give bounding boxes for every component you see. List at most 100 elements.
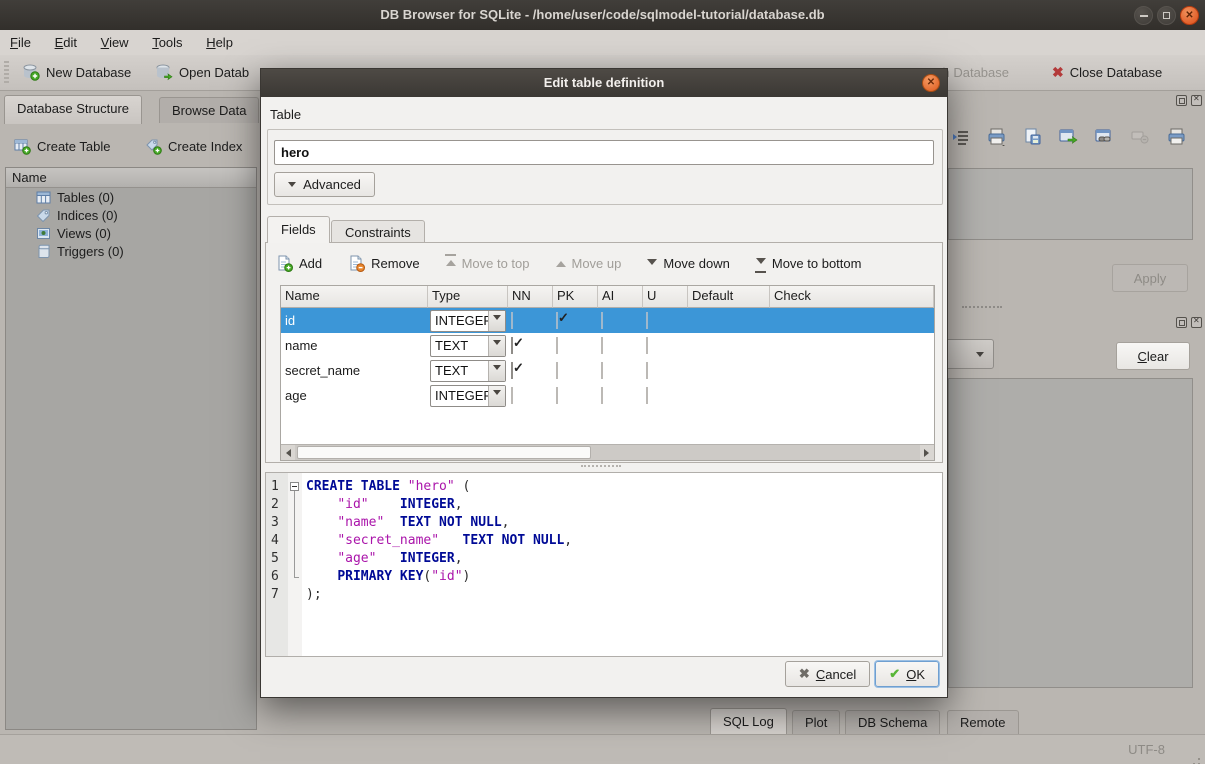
add-field-button[interactable]: Add <box>276 255 322 272</box>
field-name[interactable]: age <box>281 388 428 403</box>
table-row[interactable]: id INTEGER <box>281 308 934 333</box>
tree-item-indices[interactable]: Indices (0) <box>6 206 256 224</box>
tab-remote[interactable]: Remote <box>947 710 1019 736</box>
new-database-button[interactable]: New Database <box>22 55 131 89</box>
scroll-right-arrow[interactable] <box>920 445 934 460</box>
menu-view[interactable]: View <box>91 30 139 55</box>
splitter-handle-right[interactable] <box>962 306 1002 308</box>
col-header-u[interactable]: U <box>643 286 688 308</box>
create-index-button[interactable]: Create Index <box>145 134 242 158</box>
tab-database-structure[interactable]: Database Structure <box>4 95 142 124</box>
tree-item-triggers[interactable]: Triggers (0) <box>6 242 256 260</box>
tab-browse-data[interactable]: Browse Data <box>159 97 259 123</box>
tree-item-views[interactable]: Views (0) <box>6 224 256 242</box>
link-window-icon[interactable] <box>1095 128 1114 146</box>
clear-button[interactable]: Clear <box>1116 342 1190 370</box>
pk-checkbox[interactable] <box>556 312 558 329</box>
field-name[interactable]: secret_name <box>281 363 428 378</box>
field-name[interactable]: name <box>281 338 428 353</box>
table-name-input[interactable] <box>274 140 934 165</box>
dock-float-icon[interactable] <box>1176 317 1187 328</box>
dock-float-icon[interactable] <box>1176 95 1187 106</box>
horizontal-scrollbar[interactable] <box>281 444 934 460</box>
table-row[interactable]: secret_name TEXT <box>281 358 934 383</box>
menu-help[interactable]: Help <box>196 30 243 55</box>
log-filter-combobox[interactable] <box>944 339 994 369</box>
dock-close-icon[interactable] <box>1191 317 1202 328</box>
ai-checkbox[interactable] <box>601 312 603 329</box>
ai-checkbox[interactable] <box>601 387 603 404</box>
nn-checkbox[interactable] <box>511 312 513 329</box>
pk-checkbox[interactable] <box>556 387 558 404</box>
cancel-button[interactable]: ✖ Cancel <box>785 661 870 687</box>
tree-item-tables[interactable]: Tables (0) <box>6 188 256 206</box>
sql-log-area[interactable] <box>948 378 1193 688</box>
combo-arrow-icon[interactable] <box>488 336 505 356</box>
type-combobox[interactable]: INTEGER <box>430 310 506 332</box>
maximize-button[interactable] <box>1157 6 1176 25</box>
scrollbar-thumb[interactable] <box>297 446 591 459</box>
col-header-nn[interactable]: NN <box>508 286 553 308</box>
sql-fold-margin[interactable] <box>288 473 302 656</box>
field-name[interactable]: id <box>281 313 428 328</box>
sql-editor-area[interactable] <box>948 168 1193 240</box>
u-checkbox[interactable] <box>646 387 648 404</box>
save-results-icon[interactable] <box>1024 128 1042 146</box>
scrollbar-track[interactable] <box>295 445 920 460</box>
combo-arrow-icon[interactable] <box>488 311 505 331</box>
ai-checkbox[interactable] <box>601 337 603 354</box>
sql-code-lines[interactable]: CREATE TABLE "hero" ( "id" INTEGER, "nam… <box>302 473 942 656</box>
dialog-titlebar[interactable]: Edit table definition ✕ <box>261 69 947 97</box>
open-database-button[interactable]: Open Datab <box>155 55 249 89</box>
move-to-bottom-button[interactable]: Move to bottom <box>756 255 862 272</box>
close-database-button[interactable]: ✖ Close Database <box>1052 55 1162 89</box>
type-combobox[interactable]: TEXT <box>430 360 506 382</box>
close-button[interactable]: ✕ <box>1180 6 1199 25</box>
pk-checkbox[interactable] <box>556 337 558 354</box>
format-sql-icon[interactable] <box>952 128 970 146</box>
tab-fields[interactable]: Fields <box>267 216 330 243</box>
col-header-type[interactable]: Type <box>428 286 508 308</box>
tab-constraints[interactable]: Constraints <box>331 220 425 243</box>
dialog-close-button[interactable]: ✕ <box>922 74 940 92</box>
dialog-splitter-handle[interactable] <box>581 465 621 467</box>
dock-close-icon[interactable] <box>1191 95 1202 106</box>
combo-arrow-icon[interactable] <box>488 386 505 406</box>
minimize-button[interactable] <box>1134 6 1153 25</box>
create-table-button[interactable]: Create Table <box>14 134 110 158</box>
u-checkbox[interactable] <box>646 362 648 379</box>
window-titlebar[interactable]: DB Browser for SQLite - /home/user/code/… <box>0 0 1205 31</box>
combo-arrow-icon[interactable] <box>488 361 505 381</box>
print-icon[interactable] <box>987 128 1007 146</box>
tab-plot[interactable]: Plot <box>792 710 840 736</box>
export-icon[interactable] <box>1059 128 1078 146</box>
col-header-pk[interactable]: PK <box>553 286 598 308</box>
tree-header-name[interactable]: Name <box>6 168 256 188</box>
col-header-check[interactable]: Check <box>770 286 934 308</box>
nn-checkbox[interactable] <box>511 362 513 379</box>
advanced-button[interactable]: Advanced <box>274 172 375 197</box>
fold-collapse-icon[interactable] <box>290 482 299 491</box>
nn-checkbox[interactable] <box>511 337 513 354</box>
remove-field-button[interactable]: Remove <box>348 255 419 272</box>
menu-edit[interactable]: Edit <box>45 30 87 55</box>
col-header-default[interactable]: Default <box>688 286 770 308</box>
resize-grip[interactable] <box>1198 758 1200 760</box>
toolbar-drag-handle[interactable] <box>4 61 9 83</box>
menu-tools[interactable]: Tools <box>142 30 192 55</box>
ai-checkbox[interactable] <box>601 362 603 379</box>
table-row[interactable]: name TEXT <box>281 333 934 358</box>
sql-preview[interactable]: 1234567 CREATE TABLE "hero" ( "id" INTEG… <box>265 472 943 657</box>
tab-sql-log[interactable]: SQL Log <box>710 708 787 736</box>
col-header-name[interactable]: Name <box>281 286 428 308</box>
scroll-left-arrow[interactable] <box>281 445 295 460</box>
type-combobox[interactable]: TEXT <box>430 335 506 357</box>
type-combobox[interactable]: INTEGER <box>430 385 506 407</box>
pk-checkbox[interactable] <box>556 362 558 379</box>
u-checkbox[interactable] <box>646 337 648 354</box>
u-checkbox[interactable] <box>646 312 648 329</box>
tab-db-schema[interactable]: DB Schema <box>845 710 940 736</box>
ok-button[interactable]: ✔ OK <box>875 661 939 687</box>
table-row[interactable]: age INTEGER <box>281 383 934 408</box>
print-log-icon[interactable] <box>1167 128 1187 146</box>
